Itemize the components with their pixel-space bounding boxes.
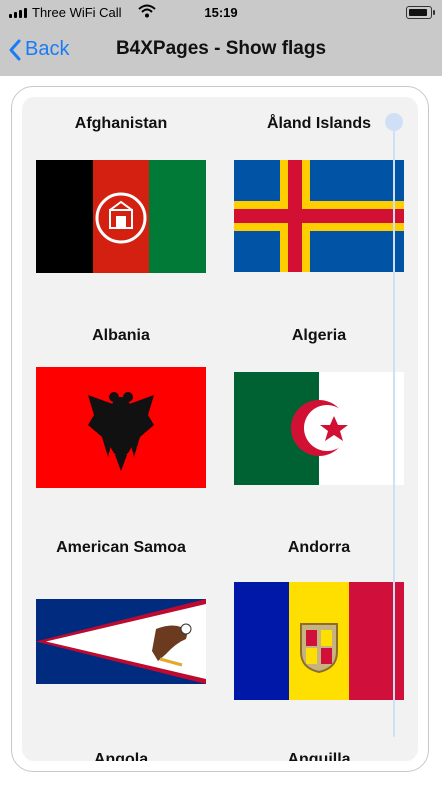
country-name: Andorra [287,539,351,556]
flag-andorra [234,582,404,700]
list-item[interactable]: Andorra [220,539,418,719]
flags-grid[interactable]: Afghanistan Åland Islands Albania Algeri… [22,97,418,761]
country-name: American Samoa [56,539,186,556]
clock-time: 15:19 [204,5,238,20]
list-item[interactable]: Åland Islands [220,115,418,295]
flag-aland-islands [234,160,404,272]
flag-afghanistan [36,160,206,273]
scrollbar-thumb[interactable] [385,113,403,131]
status-bar: Three WiFi Call 15:19 [0,0,442,26]
country-name: Algeria [291,327,347,344]
page-title: B4XPages - Show flags [115,38,327,59]
navigation-bar: Back B4XPages - Show flags [0,26,442,76]
scrollbar-track[interactable] [393,117,395,737]
list-item[interactable]: Afghanistan [22,115,220,295]
battery-icon [406,6,435,19]
country-name: Albania [92,327,150,344]
list-item[interactable]: Angola [22,751,220,761]
list-item[interactable]: American Samoa [22,539,220,719]
flag-american-samoa [36,599,206,684]
country-name: Anguilla [287,751,351,761]
list-item[interactable]: Albania [22,327,220,507]
flag-albania [36,367,206,488]
list-item[interactable]: Algeria [220,327,418,507]
flag-algeria [234,372,404,485]
list-item[interactable]: Anguilla [220,751,418,761]
country-name: Afghanistan [74,115,168,132]
battery-level-fill [409,9,427,16]
country-name: Angola [93,751,149,761]
